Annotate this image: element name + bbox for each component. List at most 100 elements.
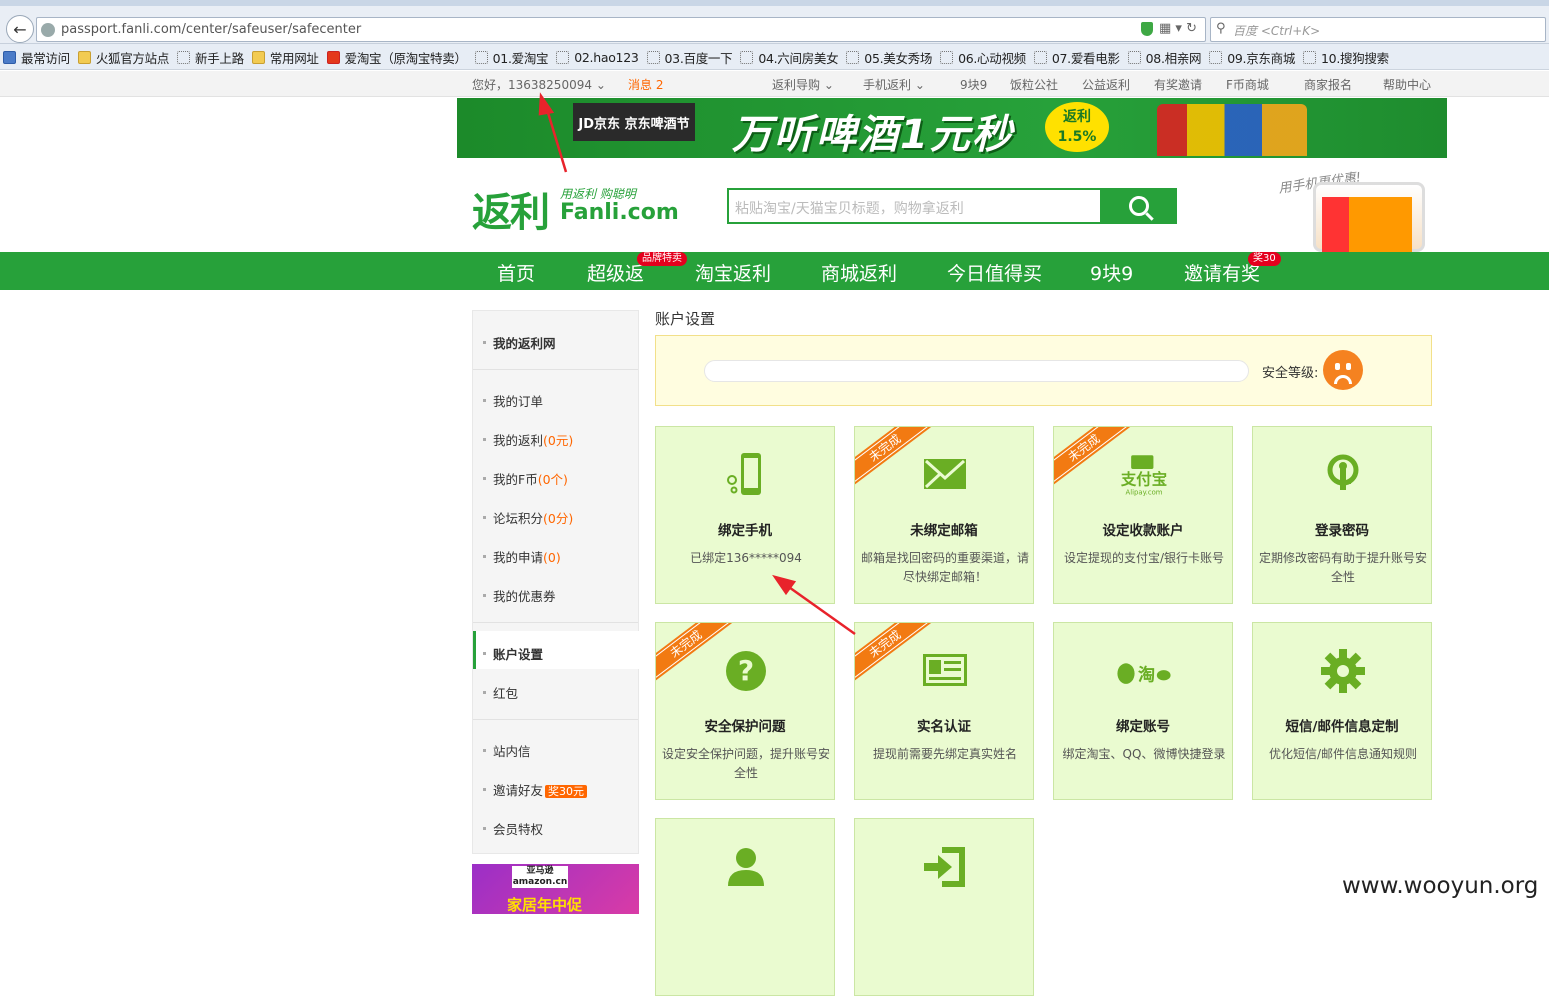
browser-search-box[interactable]: ⚲ 百度 <Ctrl+K> (1210, 17, 1546, 42)
security-card[interactable]: 支付宝 Alipay.com 设定收款账户 设定提现的支付宝/银行卡账号 未完成 (1053, 426, 1233, 604)
card-description: 邮箱是找回密码的重要渠道，请尽快绑定邮箱！ (860, 551, 1029, 584)
reload-icon[interactable]: ↻ (1186, 21, 1197, 36)
dropdown-icon[interactable]: ▾ (1175, 21, 1182, 36)
bookmark-item[interactable]: 02.hao123 (553, 44, 643, 69)
topnav-link[interactable]: 手机返利 ⌄ (863, 76, 925, 93)
bookmark-item[interactable]: 04.六间房美女 (737, 44, 843, 69)
sidebar-item-inbox[interactable]: 站内信 (483, 741, 531, 760)
security-card[interactable] (655, 818, 835, 996)
bookmark-item[interactable]: 爱淘宝（原淘宝特卖） (324, 44, 472, 69)
bookmark-label: 爱淘宝（原淘宝特卖） (344, 50, 467, 66)
topnav-link[interactable]: 9块9 (960, 76, 987, 93)
sidebar-item-account[interactable]: 账户设置 (482, 644, 543, 663)
product-search-input[interactable]: 粘贴淘宝/天猫宝贝标题，购物拿返利 (727, 188, 1100, 224)
card-title: 安全保护问题 (704, 719, 786, 735)
security-card[interactable]: 绑定手机 已绑定136*****094 (655, 426, 835, 604)
topnav-link[interactable]: 有奖邀请 (1154, 76, 1202, 93)
sidebar-item-invite[interactable]: 邀请好友 奖30元 (482, 780, 588, 799)
back-button[interactable]: ← (6, 15, 34, 43)
topnav-link[interactable]: 帮助中心 (1383, 76, 1431, 93)
security-card[interactable]: 未绑定邮箱 邮箱是找回密码的重要渠道，请尽快绑定邮箱！ 未完成 (854, 426, 1034, 604)
user-greeting[interactable]: 您好，13638250094 ⌄ (472, 76, 606, 93)
main-nav-item[interactable]: 今日值得买 (947, 259, 1042, 286)
phone-app-image[interactable] (1313, 182, 1425, 253)
rebate-badge: 返利 1.5% (1045, 102, 1109, 152)
messages-link[interactable]: 消息 2 (628, 76, 663, 93)
bookmark-item[interactable]: 01.爱淘宝 (472, 44, 554, 69)
bookmark-label: 09.京东商城 (1227, 50, 1296, 66)
sidebar-item-applications[interactable]: 我的申请(0) (483, 547, 561, 566)
question-icon: ? (716, 645, 776, 697)
sidebar-item-forum[interactable]: 论坛积分(0分) (482, 508, 573, 527)
bookmark-label: 04.六间房美女 (758, 50, 839, 66)
page-icon (556, 50, 570, 64)
bookmark-item[interactable]: 最常访问 (0, 44, 75, 69)
bookmark-label: 常用网址 (269, 50, 319, 66)
bookmark-item[interactable]: 09.京东商城 (1206, 44, 1300, 69)
bookmark-item[interactable]: 火狐官方站点 (75, 44, 174, 69)
most-visited-icon (3, 50, 16, 64)
sidebar-item-redpacket[interactable]: 红包 (482, 683, 518, 702)
sidebar-item-coupons[interactable]: 我的优惠券 (483, 586, 556, 605)
card-title: 绑定手机 (718, 523, 772, 539)
jd-beer-banner[interactable]: JD京东 京东啤酒节 万听啤酒1元秒 返利 1.5% (457, 98, 1447, 158)
security-card[interactable]: ? 安全保护问题 设定安全保护问题，提升账号安全性 未完成 (655, 622, 835, 800)
bookmark-item[interactable]: 10.搜狗搜索 (1300, 44, 1394, 69)
main-nav-item[interactable]: 淘宝返利 (695, 259, 771, 286)
card-description: 定期修改密码有助于提升账号安全性 (1258, 551, 1427, 584)
main-nav-item[interactable]: 首页 (497, 259, 535, 286)
sidebar-item-fcoin[interactable]: 我的F币(0个) (483, 469, 568, 488)
address-bar[interactable]: passport.fanli.com/center/safeuser/safec… (36, 17, 1206, 42)
watermark: www.wooyun.org (1342, 873, 1539, 899)
bookmark-item[interactable]: 07.爱看电影 (1031, 44, 1125, 69)
topnav-link[interactable]: 商家报名 (1304, 76, 1352, 93)
alipay-icon: 支付宝 Alipay.com (1114, 449, 1174, 501)
security-card[interactable]: 实名认证 提现前需要先绑定真实姓名 未完成 (854, 622, 1034, 800)
main-nav-item[interactable]: 邀请有奖 奖30 (1184, 252, 1281, 286)
phone-icon (716, 449, 776, 501)
qr-icon[interactable]: ▦ (1159, 21, 1171, 36)
chevron-down-icon: ⌄ (595, 78, 606, 92)
main-nav: 首页 超级返 品牌特卖 淘宝返利 商城返利 今日值得买 9块9 邀请有奖 奖30 (0, 252, 1549, 290)
bookmark-item[interactable]: 08.相亲网 (1125, 44, 1207, 69)
id-card-icon (915, 645, 975, 697)
main-nav-item[interactable]: 商城返利 (821, 259, 897, 286)
main-nav-item[interactable]: 9块9 (1090, 259, 1133, 286)
bookmark-label: 05.美女秀场 (864, 50, 933, 66)
security-card[interactable]: 登录密码 定期修改密码有助于提升账号安全性 (1252, 426, 1432, 604)
site-top-nav: 您好，13638250094 ⌄ 消息 2 返利导购 ⌄ 手机返利 ⌄ 9块9 饭粒公… (0, 71, 1549, 97)
folder-icon (251, 50, 265, 64)
security-card[interactable]: 淘绑定账号 绑定淘宝、QQ、微博快捷登录 (1053, 622, 1233, 800)
main-nav-item[interactable]: 超级返 品牌特卖 (587, 252, 687, 286)
sidebar-item-rebate[interactable]: 我的返利(0元) (482, 430, 573, 449)
topnav-link[interactable]: 返利导购 ⌄ (772, 76, 834, 93)
card-title: 短信/邮件信息定制 (1285, 719, 1399, 735)
page-icon (1033, 50, 1047, 64)
address-bar-icons[interactable]: ▦ ▾ ↻ (1140, 21, 1197, 36)
sidebar-item-orders[interactable]: 我的订单 (482, 391, 543, 410)
bookmark-item[interactable]: 05.美女秀场 (843, 44, 937, 69)
sidebar-item-vip[interactable]: 会员特权 (482, 819, 543, 838)
bookmarks-bar: 最常访问 火狐官方站点 新手上路 常用网址 爱淘宝（原淘宝特卖） 01.爱淘宝 02.hao… (0, 44, 1549, 70)
banner-headline: 万听啤酒1元秒 (732, 112, 1014, 158)
fanli-logo[interactable]: 返利 (472, 180, 550, 238)
svg-text:支付宝: 支付宝 (1120, 469, 1167, 488)
bookmark-item[interactable]: 06.心动视频 (937, 44, 1031, 69)
logo-domain: Fanli.com (560, 200, 679, 225)
topnav-link[interactable]: 公益返利 (1082, 76, 1130, 93)
bookmark-item[interactable]: 新手上路 (174, 44, 249, 69)
amazon-ad[interactable]: 亚马逊 amazon.cn 家居年中促 (472, 864, 639, 914)
bookmark-item[interactable]: 03.百度一下 (644, 44, 738, 69)
security-card[interactable] (854, 818, 1034, 996)
card-title: 绑定账号 (1116, 719, 1170, 735)
search-button[interactable] (1100, 188, 1177, 224)
bookmark-item[interactable]: 常用网址 (249, 44, 324, 69)
search-icon: ⚲ (1216, 21, 1226, 36)
svg-text:淘: 淘 (1138, 664, 1155, 685)
topnav-link[interactable]: F币商城 (1226, 76, 1269, 93)
security-card[interactable]: 短信/邮件信息定制 优化短信/邮件信息通知规则 (1252, 622, 1432, 800)
security-level-label: 安全等级: (1262, 366, 1319, 381)
topnav-link[interactable]: 饭粒公社 (1010, 76, 1058, 93)
sidebar-item-home[interactable]: 我的返利网 (483, 333, 556, 352)
bookmark-label: 02.hao123 (574, 49, 639, 65)
